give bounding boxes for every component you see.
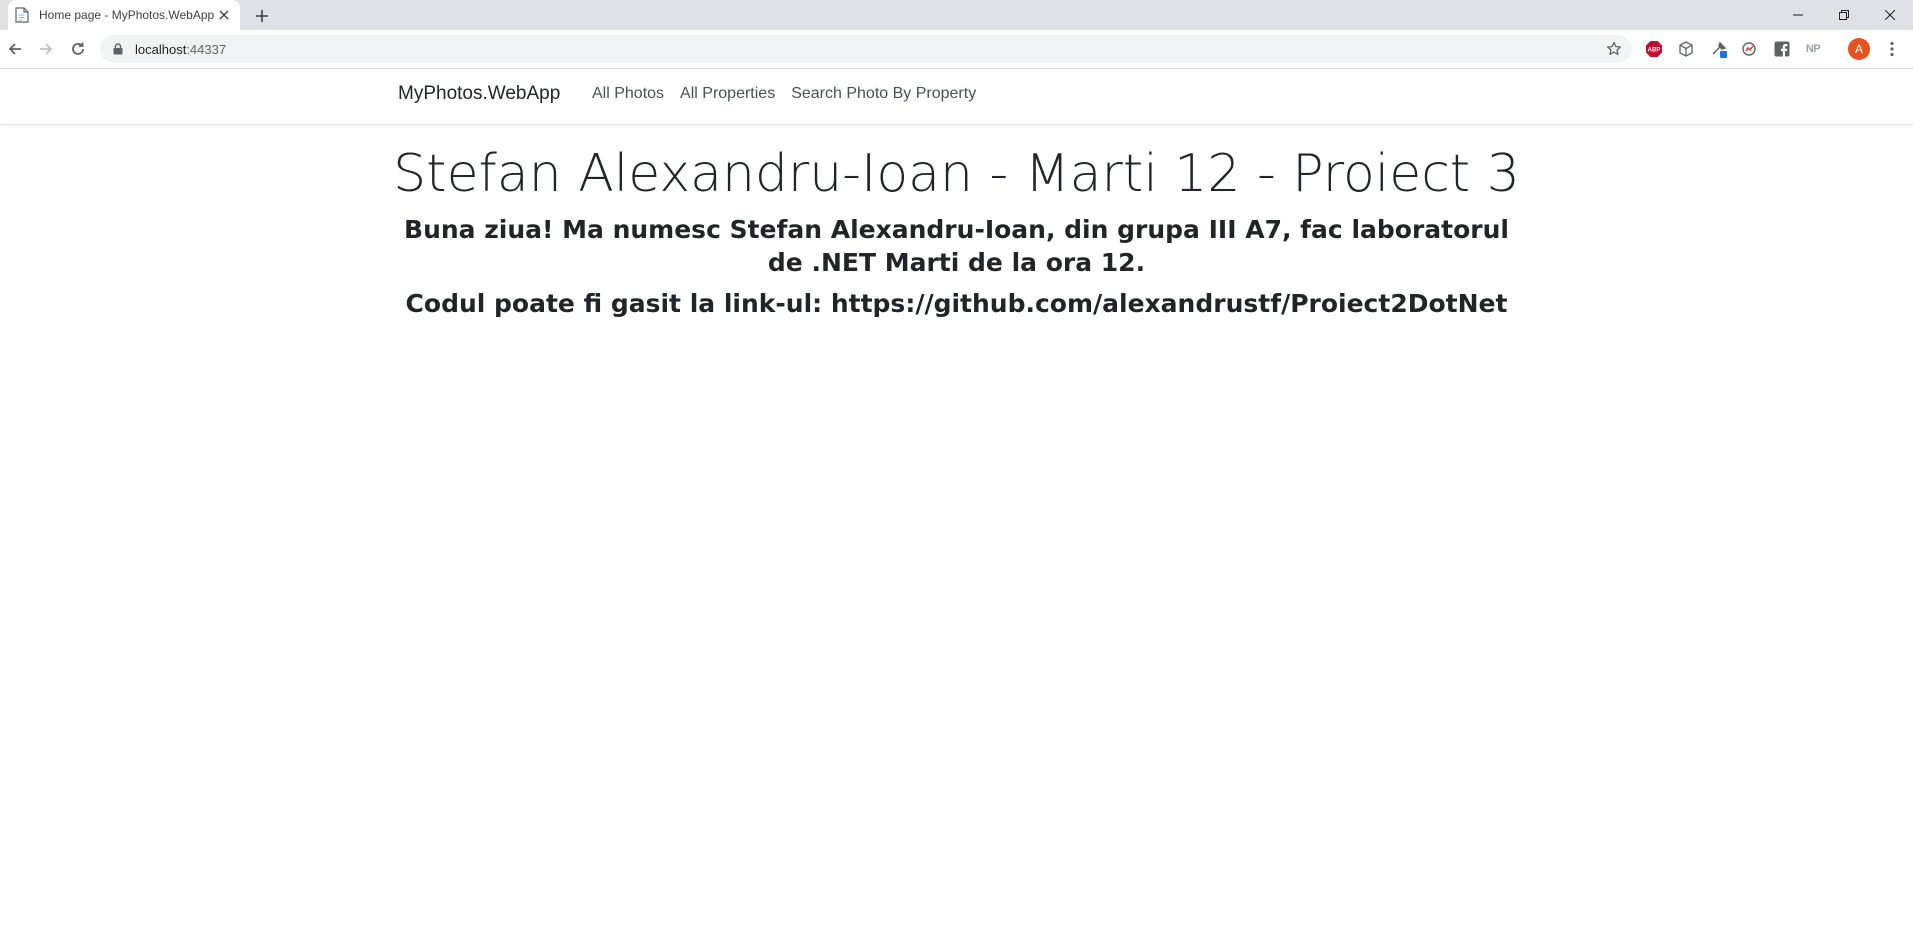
chart-extension-icon[interactable] — [1741, 40, 1759, 58]
minimize-button[interactable] — [1775, 0, 1821, 30]
brand-link[interactable]: MyPhotos.WebApp — [398, 83, 560, 105]
bookmark-star-icon[interactable] — [1606, 41, 1622, 57]
cube-extension-icon[interactable] — [1677, 40, 1695, 58]
main-content: Stefan Alexandru-Ioan - Marti 12 - Proie… — [0, 143, 1913, 320]
page-heading: Stefan Alexandru-Ioan - Marti 12 - Proie… — [393, 144, 1520, 204]
browser-tabstrip: Home page - MyPhotos.WebApp — [0, 0, 1913, 30]
nav-links: All Photos All Properties Search Photo B… — [592, 85, 992, 103]
intro-text: Buna ziua! Ma numesc Stefan Alexandru-Io… — [404, 215, 1509, 278]
tab-title: Home page - MyPhotos.WebApp — [39, 8, 215, 22]
window-close-button[interactable] — [1867, 0, 1913, 30]
lock-icon[interactable] — [111, 42, 125, 56]
reload-icon[interactable] — [66, 37, 90, 61]
address-bar[interactable]: localhost:44337 — [100, 35, 1632, 63]
browser-tab[interactable]: Home page - MyPhotos.WebApp — [8, 0, 240, 30]
document-icon — [14, 7, 30, 23]
url-host: localhost — [135, 41, 187, 57]
url-port: :44337 — [186, 41, 227, 57]
kebab-menu-icon[interactable] — [1884, 40, 1900, 58]
nav-link-all-photos[interactable]: All Photos — [592, 85, 664, 103]
abp-label: ABP — [1648, 48, 1661, 54]
browser-toolbar: localhost:44337 ABP NP A — [0, 30, 1913, 69]
url-text: localhost:44337 — [135, 42, 226, 57]
profile-avatar[interactable]: A — [1848, 38, 1870, 60]
facebook-extension-icon[interactable] — [1773, 40, 1791, 58]
new-tab-button[interactable] — [252, 6, 272, 26]
np-extension-icon[interactable]: NP — [1802, 40, 1824, 58]
tool-extension-icon[interactable] — [1710, 40, 1728, 58]
nav-link-search-photo-by-property[interactable]: Search Photo By Property — [791, 85, 976, 103]
adblock-extension-icon[interactable]: ABP — [1645, 40, 1663, 58]
forward-arrow-icon[interactable] — [34, 37, 58, 61]
back-arrow-icon[interactable] — [3, 37, 27, 61]
site-navbar: MyPhotos.WebApp All Photos All Propertie… — [0, 69, 1913, 125]
nav-link-all-properties[interactable]: All Properties — [680, 85, 775, 103]
close-icon[interactable] — [216, 7, 232, 23]
code-link-text: Codul poate fi gasit la link-ul: https:/… — [405, 289, 1508, 319]
restore-button[interactable] — [1821, 0, 1867, 30]
